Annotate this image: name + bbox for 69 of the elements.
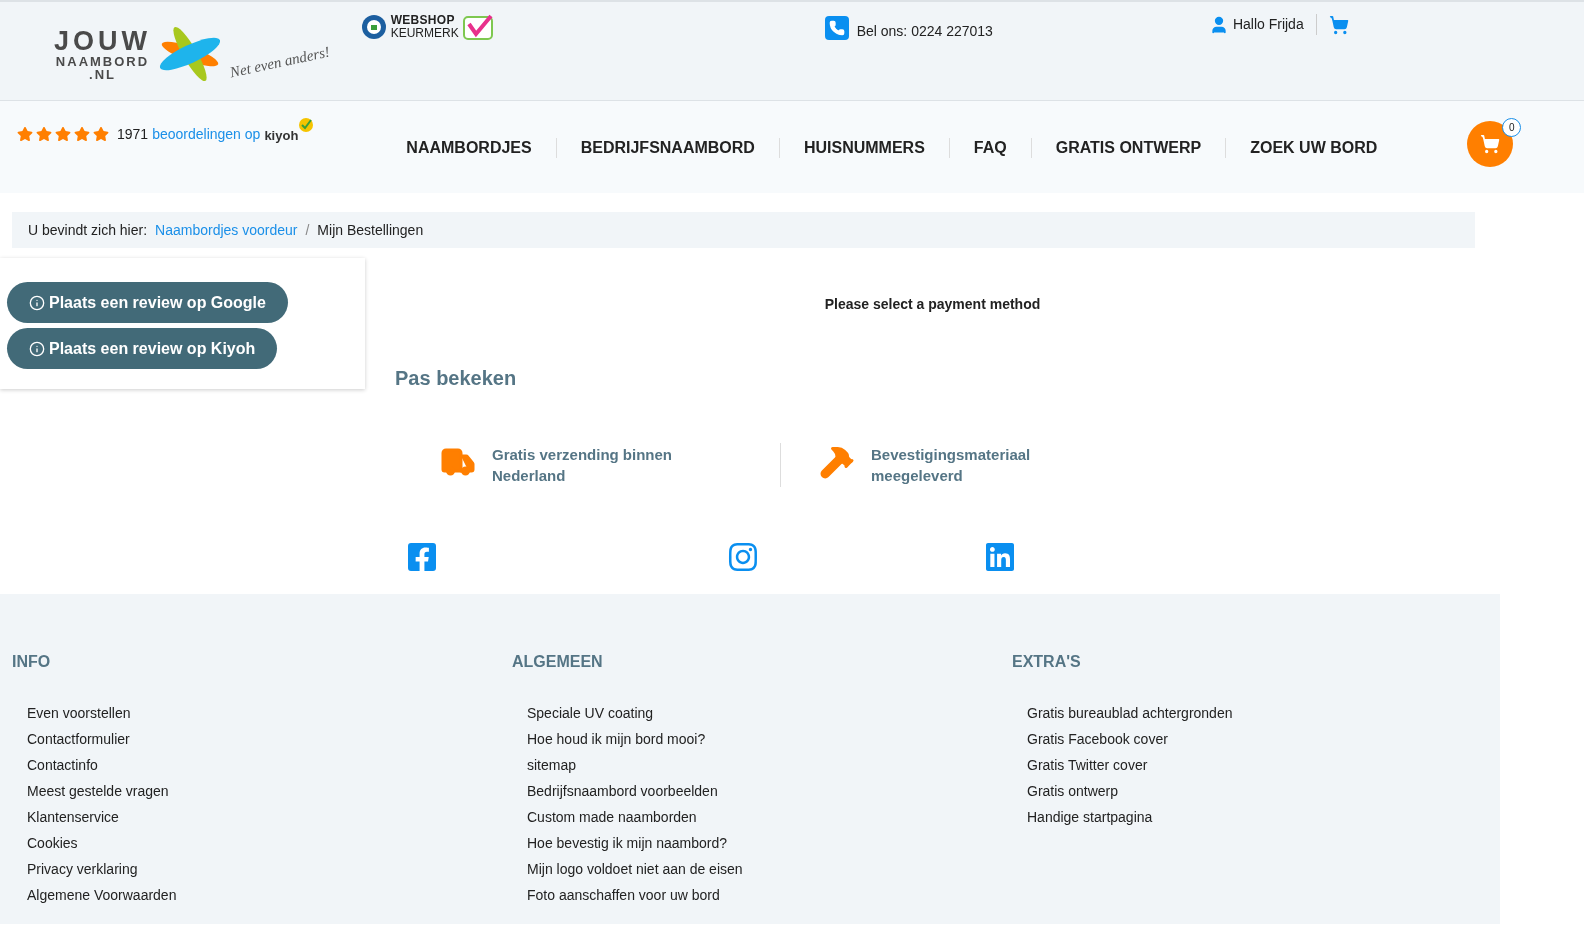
nav-link[interactable]: HUISNUMMERS: [779, 136, 949, 160]
phone-icon: [824, 15, 849, 40]
cart-button[interactable]: [1467, 121, 1514, 167]
badge-text: KEURMERK: [390, 27, 459, 40]
footer-link[interactable]: Cookies: [27, 830, 500, 856]
footer-heading: EXTRA'S: [1012, 652, 1082, 672]
cart-icon: [1480, 134, 1501, 154]
logo-text: .NL: [89, 67, 116, 81]
phone-number[interactable]: Bel ons: 0224 227013: [856, 21, 993, 42]
star-icon: [93, 126, 109, 142]
footer-link[interactable]: Privacy verklaring: [27, 856, 500, 882]
footer-link[interactable]: Contactformulier: [27, 726, 500, 752]
footer-link[interactable]: Algemene Voorwaarden: [27, 882, 500, 908]
footer-link[interactable]: Gratis Twitter cover: [1027, 752, 1500, 778]
nav-link[interactable]: BEDRIJFSNAAMBORD: [556, 136, 779, 160]
user-greeting[interactable]: Hallo Frijda: [1232, 14, 1317, 35]
footer-link[interactable]: Bedrijfsnaambord voorbeelden: [527, 778, 1000, 804]
trust-badge[interactable]: WEBSHOP KEURMERK: [360, 14, 495, 40]
nav-link[interactable]: FAQ: [949, 136, 1031, 160]
logo-text: JOUW: [54, 27, 151, 55]
footer-link[interactable]: Handige startpagina: [1027, 804, 1500, 830]
footer-link[interactable]: Klantenservice: [27, 804, 500, 830]
footer-link[interactable]: Hoe bevestig ik mijn naambord?: [527, 830, 1000, 856]
footer-link[interactable]: Even voorstellen: [27, 700, 500, 726]
footer-link[interactable]: Hoe houd ik mijn bord mooi?: [527, 726, 1000, 752]
footer-link[interactable]: Speciale UV coating: [527, 700, 1000, 726]
checkmark-icon: [462, 14, 495, 40]
footer-link[interactable]: Foto aanschaffen voor uw bord: [527, 882, 1000, 908]
badge-text: WEBSHOP: [390, 14, 456, 27]
feature-text: Gratis verzending binnen Nederland: [492, 445, 674, 486]
review-button[interactable]: Plaats een review op Kiyoh: [7, 328, 278, 369]
cart-count-badge: 0: [1502, 118, 1522, 137]
breadcrumb-current: Mijn Bestellingen: [317, 220, 424, 240]
star-icon: [74, 126, 90, 142]
linkedin-icon[interactable]: [984, 541, 1016, 573]
feature-text: Bevestigingsmateriaal meegeleverd: [871, 445, 1032, 486]
footer-link[interactable]: Mijn logo voldoet niet aan de eisen: [527, 856, 1000, 882]
footer-link[interactable]: Custom made naamborden: [527, 804, 1000, 830]
kiyoh-check-icon: [298, 117, 315, 133]
cart-icon[interactable]: [1328, 14, 1349, 35]
info-icon: [29, 340, 45, 357]
breadcrumb-label: U bevindt zich hier:: [28, 220, 148, 240]
footer-link[interactable]: Contactinfo: [27, 752, 500, 778]
star-icon: [55, 126, 71, 142]
info-icon: [29, 294, 45, 311]
footer-link[interactable]: sitemap: [527, 752, 1000, 778]
logo-text: NAAMBORD: [55, 54, 150, 68]
hammer-icon: [819, 444, 855, 480]
nav-link[interactable]: GRATIS ONTWERP: [1031, 136, 1226, 160]
review-button[interactable]: Plaats een review op Google: [7, 282, 288, 323]
footer-heading: ALGEMEEN: [512, 652, 604, 672]
breadcrumb-separator: /: [305, 220, 310, 240]
nav-link[interactable]: NAAMBORDJES: [382, 136, 556, 160]
star-icon: [36, 126, 52, 142]
instagram-icon[interactable]: [727, 541, 759, 573]
section-heading: Pas bekeken: [395, 366, 518, 391]
footer-heading: INFO: [12, 652, 52, 672]
kiyoh-brand: kiyoh: [264, 126, 299, 145]
logo-slogan: Net even anders!: [227, 42, 332, 83]
footer-link[interactable]: Meest gestelde vragen: [27, 778, 500, 804]
review-count: 1971: [117, 125, 149, 144]
footer-link[interactable]: Gratis ontwerp: [1027, 778, 1500, 804]
footer-link[interactable]: Gratis bureaublad achtergronden: [1027, 700, 1500, 726]
footer-link[interactable]: Gratis Facebook cover: [1027, 726, 1500, 752]
site-logo[interactable]: JOUW NAAMBORD .NL Net even anders!: [54, 22, 331, 86]
nav-link[interactable]: ZOEK UW BORD: [1226, 136, 1402, 160]
star-icon: [17, 126, 33, 142]
payment-message: Please select a payment method: [824, 295, 1041, 314]
facebook-icon[interactable]: [406, 541, 438, 573]
